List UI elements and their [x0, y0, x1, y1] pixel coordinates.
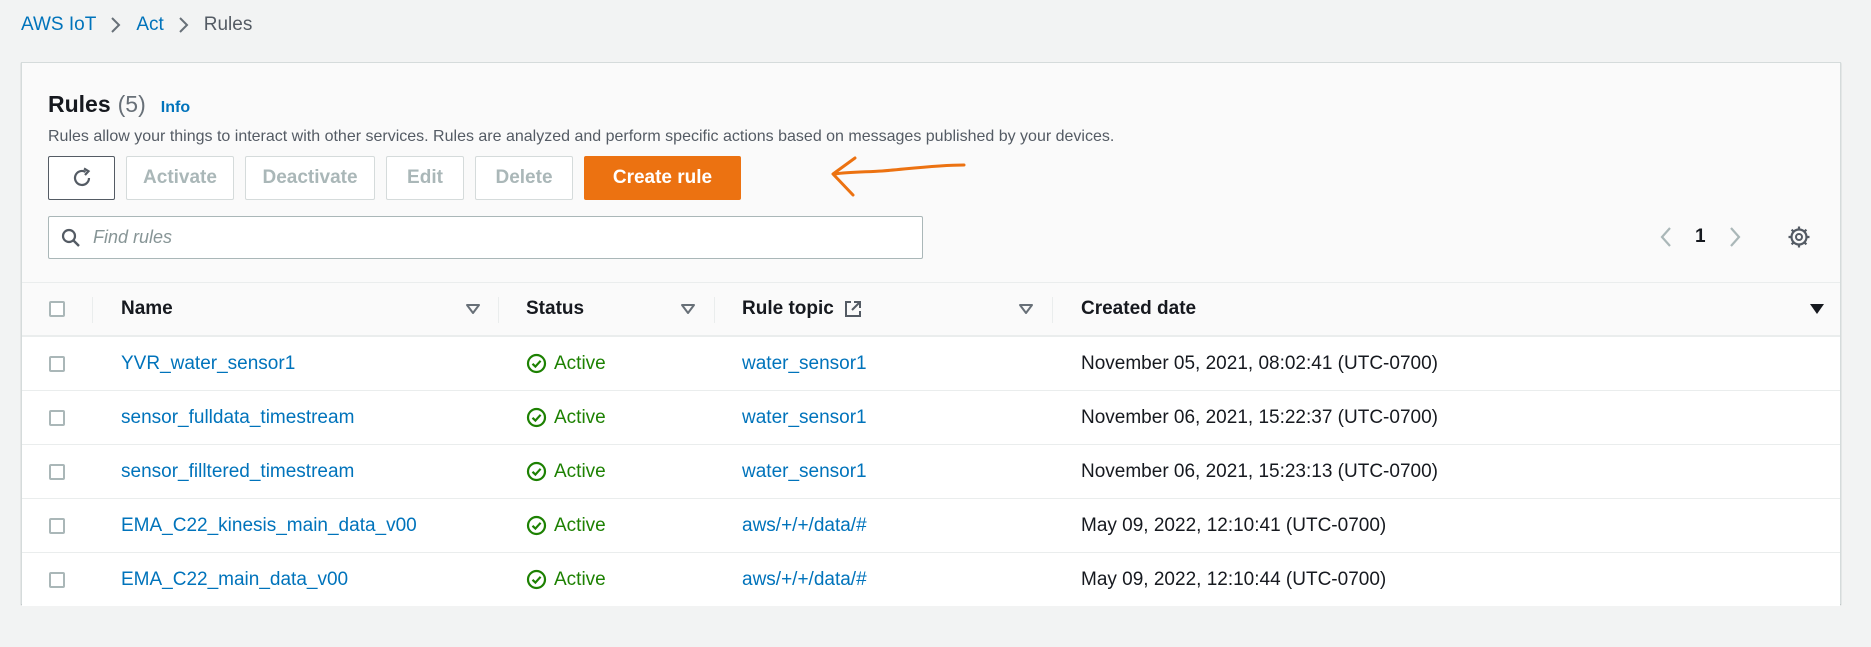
created-date: May 09, 2022, 12:10:44 (UTC-0700): [1081, 568, 1387, 590]
panel-header: Rules (5) Info Rules allow your things t…: [48, 91, 1114, 146]
table-row: YVR_water_sensor1 Active water_sensor1 N…: [22, 336, 1840, 390]
status-badge: Active: [526, 337, 606, 390]
check-circle-icon: [526, 515, 547, 536]
created-date: November 06, 2021, 15:22:37 (UTC-0700): [1081, 406, 1438, 428]
row-checkbox[interactable]: [49, 553, 67, 606]
check-circle-icon: [526, 569, 547, 590]
status-text: Active: [554, 406, 606, 428]
rule-topic-link[interactable]: water_sensor1: [742, 391, 867, 444]
table-row: sensor_fulldata_timestream Active water_…: [22, 390, 1840, 444]
gear-icon[interactable]: [1787, 225, 1811, 249]
row-checkbox[interactable]: [49, 337, 67, 390]
rule-name-link[interactable]: EMA_C22_main_data_v00: [121, 553, 348, 606]
rule-topic-link[interactable]: aws/+/+/data/#: [742, 553, 867, 606]
column-header-rule-topic-label: Rule topic: [742, 298, 834, 319]
rules-count: (5): [117, 91, 146, 117]
status-text: Active: [554, 352, 606, 374]
page-number[interactable]: 1: [1695, 226, 1706, 248]
sort-icon[interactable]: [680, 283, 696, 335]
table-row: sensor_filltered_timestream Active water…: [22, 444, 1840, 498]
sort-icon[interactable]: [465, 283, 481, 335]
status-text: Active: [554, 460, 606, 482]
column-header-created-date[interactable]: Created date: [1081, 283, 1196, 335]
rule-name-link[interactable]: sensor_filltered_timestream: [121, 445, 354, 498]
column-header-rule-topic[interactable]: Rule topic: [742, 283, 863, 335]
status-badge: Active: [526, 391, 606, 444]
search-bar: [48, 216, 923, 259]
deactivate-button[interactable]: Deactivate: [245, 156, 375, 200]
toolbar: Activate Deactivate Edit Delete Create r…: [48, 156, 752, 200]
rule-name-link[interactable]: EMA_C22_kinesis_main_data_v00: [121, 499, 417, 552]
rule-topic-link[interactable]: aws/+/+/data/#: [742, 499, 867, 552]
column-header-name[interactable]: Name: [121, 283, 173, 335]
sort-icon[interactable]: [1018, 283, 1034, 335]
rule-topic-link[interactable]: water_sensor1: [742, 445, 867, 498]
sort-descending-icon[interactable]: [1809, 283, 1825, 335]
chevron-left-icon[interactable]: [1659, 226, 1673, 248]
chevron-right-icon: [178, 16, 190, 34]
check-circle-icon: [526, 353, 547, 374]
status-badge: Active: [526, 553, 606, 606]
arrow-annotation-icon: [827, 153, 967, 208]
rule-name-link[interactable]: YVR_water_sensor1: [121, 337, 295, 390]
external-link-icon: [843, 299, 863, 319]
info-link[interactable]: Info: [161, 99, 190, 117]
check-circle-icon: [526, 407, 547, 428]
column-header-status[interactable]: Status: [526, 283, 584, 335]
create-rule-button[interactable]: Create rule: [584, 156, 741, 200]
search-icon: [61, 228, 81, 248]
rule-name-link[interactable]: sensor_fulldata_timestream: [121, 391, 354, 444]
row-checkbox[interactable]: [49, 445, 67, 498]
edit-button[interactable]: Edit: [386, 156, 464, 200]
status-text: Active: [554, 514, 606, 536]
status-text: Active: [554, 568, 606, 590]
table-row: EMA_C22_main_data_v00 Active aws/+/+/dat…: [22, 552, 1840, 606]
row-checkbox[interactable]: [49, 499, 67, 552]
created-date: November 06, 2021, 15:23:13 (UTC-0700): [1081, 460, 1438, 482]
rules-table: Name Status Rule topic Created date YVR_…: [22, 282, 1840, 606]
panel-description: Rules allow your things to interact with…: [48, 128, 1115, 145]
rules-panel: Rules (5) Info Rules allow your things t…: [21, 62, 1841, 606]
breadcrumb: AWS IoT Act Rules: [21, 10, 252, 40]
table-row: EMA_C22_kinesis_main_data_v00 Active aws…: [22, 498, 1840, 552]
chevron-right-icon[interactable]: [1728, 226, 1742, 248]
created-date: May 09, 2022, 12:10:41 (UTC-0700): [1081, 514, 1387, 536]
breadcrumb-aws-iot[interactable]: AWS IoT: [21, 14, 96, 36]
status-badge: Active: [526, 499, 606, 552]
delete-button[interactable]: Delete: [475, 156, 573, 200]
search-input[interactable]: [91, 226, 875, 249]
breadcrumb-act[interactable]: Act: [136, 14, 163, 36]
status-badge: Active: [526, 445, 606, 498]
table-header-row: Name Status Rule topic Created date: [22, 282, 1840, 336]
created-date: November 05, 2021, 08:02:41 (UTC-0700): [1081, 352, 1438, 374]
activate-button[interactable]: Activate: [126, 156, 234, 200]
breadcrumb-current: Rules: [203, 14, 253, 35]
row-checkbox[interactable]: [49, 391, 67, 444]
page-title: Rules: [48, 91, 111, 117]
select-all-checkbox[interactable]: [49, 283, 67, 335]
pagination: 1: [1659, 226, 1742, 248]
check-circle-icon: [526, 461, 547, 482]
refresh-icon: [71, 167, 93, 189]
refresh-button[interactable]: [48, 156, 115, 200]
chevron-right-icon: [110, 16, 122, 34]
rule-topic-link[interactable]: water_sensor1: [742, 337, 867, 390]
